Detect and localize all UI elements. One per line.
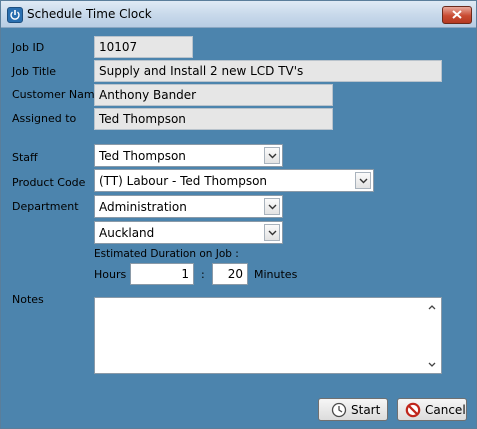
close-icon xyxy=(452,10,462,19)
cancel-label: Cancel xyxy=(425,403,466,417)
start-button[interactable]: Start xyxy=(318,398,388,421)
scroll-up-icon[interactable] xyxy=(428,305,436,310)
assigned-to-label: Assigned to xyxy=(12,112,77,125)
cancel-button[interactable]: Cancel xyxy=(397,398,467,421)
staff-dropdown[interactable]: Ted Thompson xyxy=(94,144,283,167)
no-entry-icon xyxy=(405,402,421,418)
scroll-down-icon[interactable] xyxy=(428,362,436,367)
job-title-field: Supply and Install 2 new LCD TV's xyxy=(94,60,442,82)
chevron-down-icon[interactable] xyxy=(264,224,280,241)
schedule-time-clock-dialog: Schedule Time Clock Job ID 10107 Job Tit… xyxy=(0,0,477,429)
minutes-label: Minutes xyxy=(254,268,298,281)
power-icon xyxy=(7,7,23,23)
start-label: Start xyxy=(351,403,381,417)
assigned-to-field: Ted Thompson xyxy=(94,108,333,130)
hours-input[interactable]: 1 xyxy=(130,263,194,285)
clock-icon xyxy=(331,402,347,418)
notes-textarea[interactable] xyxy=(94,297,442,374)
department-label: Department xyxy=(12,200,79,213)
notes-label: Notes xyxy=(12,293,44,306)
minutes-input[interactable]: 20 xyxy=(212,263,248,285)
staff-label: Staff xyxy=(12,151,38,164)
job-title-label: Job Title xyxy=(12,65,57,78)
title-bar: Schedule Time Clock xyxy=(1,1,476,28)
location-dropdown[interactable]: Auckland xyxy=(94,221,283,244)
window-title: Schedule Time Clock xyxy=(27,7,152,21)
department-value: Administration xyxy=(99,200,187,214)
customer-name-field: Anthony Bander xyxy=(94,84,333,106)
time-separator: : xyxy=(201,268,205,281)
chevron-down-icon[interactable] xyxy=(264,198,280,215)
job-id-field: 10107 xyxy=(94,36,193,58)
customer-name-label: Customer Name xyxy=(12,88,102,101)
close-button[interactable] xyxy=(442,6,472,24)
hours-label: Hours xyxy=(94,268,127,281)
notes-scrollbar[interactable] xyxy=(424,298,441,373)
chevron-down-icon[interactable] xyxy=(355,172,371,189)
product-code-dropdown[interactable]: (TT) Labour - Ted Thompson xyxy=(94,169,374,192)
department-dropdown[interactable]: Administration xyxy=(94,195,283,218)
job-id-label: Job ID xyxy=(12,41,45,54)
location-value: Auckland xyxy=(99,226,155,240)
staff-value: Ted Thompson xyxy=(99,149,186,163)
chevron-down-icon[interactable] xyxy=(264,147,280,164)
estimated-duration-label: Estimated Duration on Job : xyxy=(94,248,239,260)
product-code-label: Product Code xyxy=(12,176,86,189)
product-code-value: (TT) Labour - Ted Thompson xyxy=(99,174,268,188)
